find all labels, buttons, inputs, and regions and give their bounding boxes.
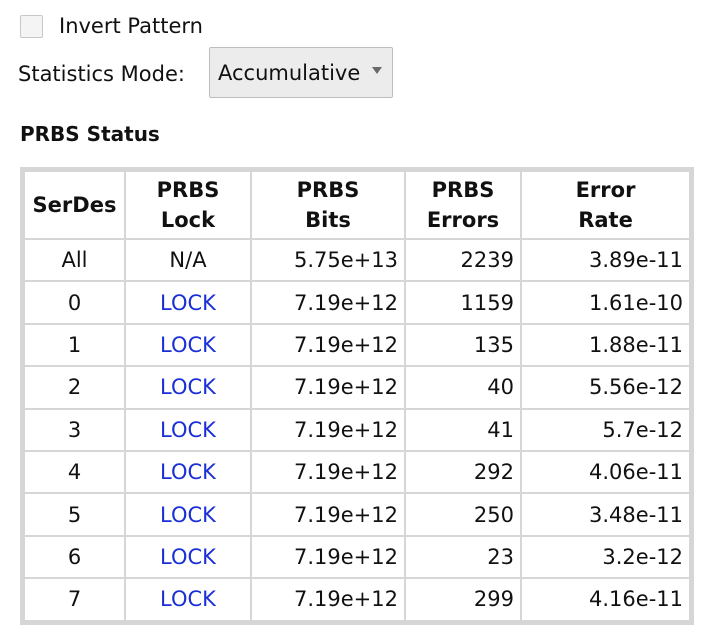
lock-cell: LOCK <box>124 407 252 452</box>
lock-cell: LOCK <box>124 492 252 537</box>
error-rate-cell: 3.89e-11 <box>520 237 691 283</box>
serdes-cell: 5 <box>23 492 126 537</box>
table-row: 5 LOCK 7.19e+12 250 3.48e-11 <box>23 492 691 537</box>
statistics-mode-value: Accumulative <box>218 60 361 85</box>
errors-cell: 135 <box>404 322 522 368</box>
prbs-status-title: PRBS Status <box>20 122 160 146</box>
column-header-text: SerDes <box>32 193 117 217</box>
prbs-status-table: SerDes PRBS Lock PRBS Bits PRBS Errors E… <box>20 167 694 625</box>
errors-cell: 292 <box>404 449 522 495</box>
serdes-cell: 4 <box>23 449 126 495</box>
error-rate-cell: 4.06e-11 <box>520 449 691 495</box>
bits-cell: 7.19e+12 <box>250 322 406 368</box>
error-rate-cell: 5.56e-12 <box>520 365 691 410</box>
lock-cell: LOCK <box>124 280 252 325</box>
serdes-cell: 6 <box>23 534 126 580</box>
error-rate-cell: 5.7e-12 <box>520 407 691 452</box>
column-header-text: PRBS <box>296 178 360 202</box>
serdes-cell: 3 <box>23 407 126 452</box>
bits-cell: 7.19e+12 <box>250 577 406 622</box>
table-row: 0 LOCK 7.19e+12 1159 1.61e-10 <box>23 280 691 325</box>
bits-cell: 7.19e+12 <box>250 449 406 495</box>
invert-pattern-label[interactable]: Invert Pattern <box>59 12 203 40</box>
column-header-serdes: SerDes <box>23 170 126 240</box>
table-row: 4 LOCK 7.19e+12 292 4.06e-11 <box>23 449 691 495</box>
column-header-text: Errors <box>426 208 500 232</box>
column-header-text: Bits <box>305 208 351 232</box>
column-header-text: PRBS <box>431 178 495 202</box>
bits-cell: 7.19e+12 <box>250 534 406 580</box>
errors-cell: 250 <box>404 492 522 537</box>
lock-cell: N/A <box>124 237 252 283</box>
serdes-cell: 7 <box>23 577 126 622</box>
statistics-mode-select[interactable]: Accumulative <box>209 47 393 98</box>
error-rate-cell: 1.88e-11 <box>520 322 691 368</box>
column-header-prbs-errors: PRBS Errors <box>404 170 522 240</box>
errors-cell: 2239 <box>404 237 522 283</box>
column-header-text: Rate <box>578 208 633 232</box>
serdes-cell: 2 <box>23 365 126 410</box>
error-rate-cell: 3.2e-12 <box>520 534 691 580</box>
column-header-text: Lock <box>160 208 216 232</box>
lock-cell: LOCK <box>124 534 252 580</box>
errors-cell: 41 <box>404 407 522 452</box>
column-header-text: PRBS <box>156 178 220 202</box>
bits-cell: 7.19e+12 <box>250 407 406 452</box>
errors-cell: 1159 <box>404 280 522 325</box>
lock-cell: LOCK <box>124 577 252 622</box>
statistics-mode-label: Statistics Mode: <box>18 62 185 86</box>
lock-cell: LOCK <box>124 449 252 495</box>
error-rate-cell: 1.61e-10 <box>520 280 691 325</box>
column-header-error-rate: Error Rate <box>520 170 691 240</box>
bits-cell: 5.75e+13 <box>250 237 406 283</box>
errors-cell: 40 <box>404 365 522 410</box>
table-row: 6 LOCK 7.19e+12 23 3.2e-12 <box>23 534 691 580</box>
dropdown-arrow-icon <box>372 67 382 74</box>
bits-cell: 7.19e+12 <box>250 280 406 325</box>
column-header-text: Error <box>575 178 636 202</box>
table-row: All N/A 5.75e+13 2239 3.89e-11 <box>23 237 691 283</box>
table-row: 3 LOCK 7.19e+12 41 5.7e-12 <box>23 407 691 452</box>
table-row: 2 LOCK 7.19e+12 40 5.56e-12 <box>23 365 691 410</box>
lock-cell: LOCK <box>124 365 252 410</box>
invert-pattern-checkbox[interactable] <box>20 14 43 38</box>
table-row: 7 LOCK 7.19e+12 299 4.16e-11 <box>23 577 691 622</box>
error-rate-cell: 3.48e-11 <box>520 492 691 537</box>
serdes-cell: All <box>23 237 126 283</box>
invert-pattern-row[interactable]: Invert Pattern <box>20 12 203 40</box>
prbs-panel: Invert Pattern Statistics Mode: Accumula… <box>0 0 716 642</box>
table-header-row: SerDes PRBS Lock PRBS Bits PRBS Errors E… <box>23 170 691 240</box>
lock-cell: LOCK <box>124 322 252 368</box>
table-row: 1 LOCK 7.19e+12 135 1.88e-11 <box>23 322 691 368</box>
column-header-prbs-bits: PRBS Bits <box>250 170 406 240</box>
serdes-cell: 0 <box>23 280 126 325</box>
column-header-prbs-lock: PRBS Lock <box>124 170 252 240</box>
bits-cell: 7.19e+12 <box>250 365 406 410</box>
serdes-cell: 1 <box>23 322 126 368</box>
errors-cell: 299 <box>404 577 522 622</box>
bits-cell: 7.19e+12 <box>250 492 406 537</box>
errors-cell: 23 <box>404 534 522 580</box>
error-rate-cell: 4.16e-11 <box>520 577 691 622</box>
